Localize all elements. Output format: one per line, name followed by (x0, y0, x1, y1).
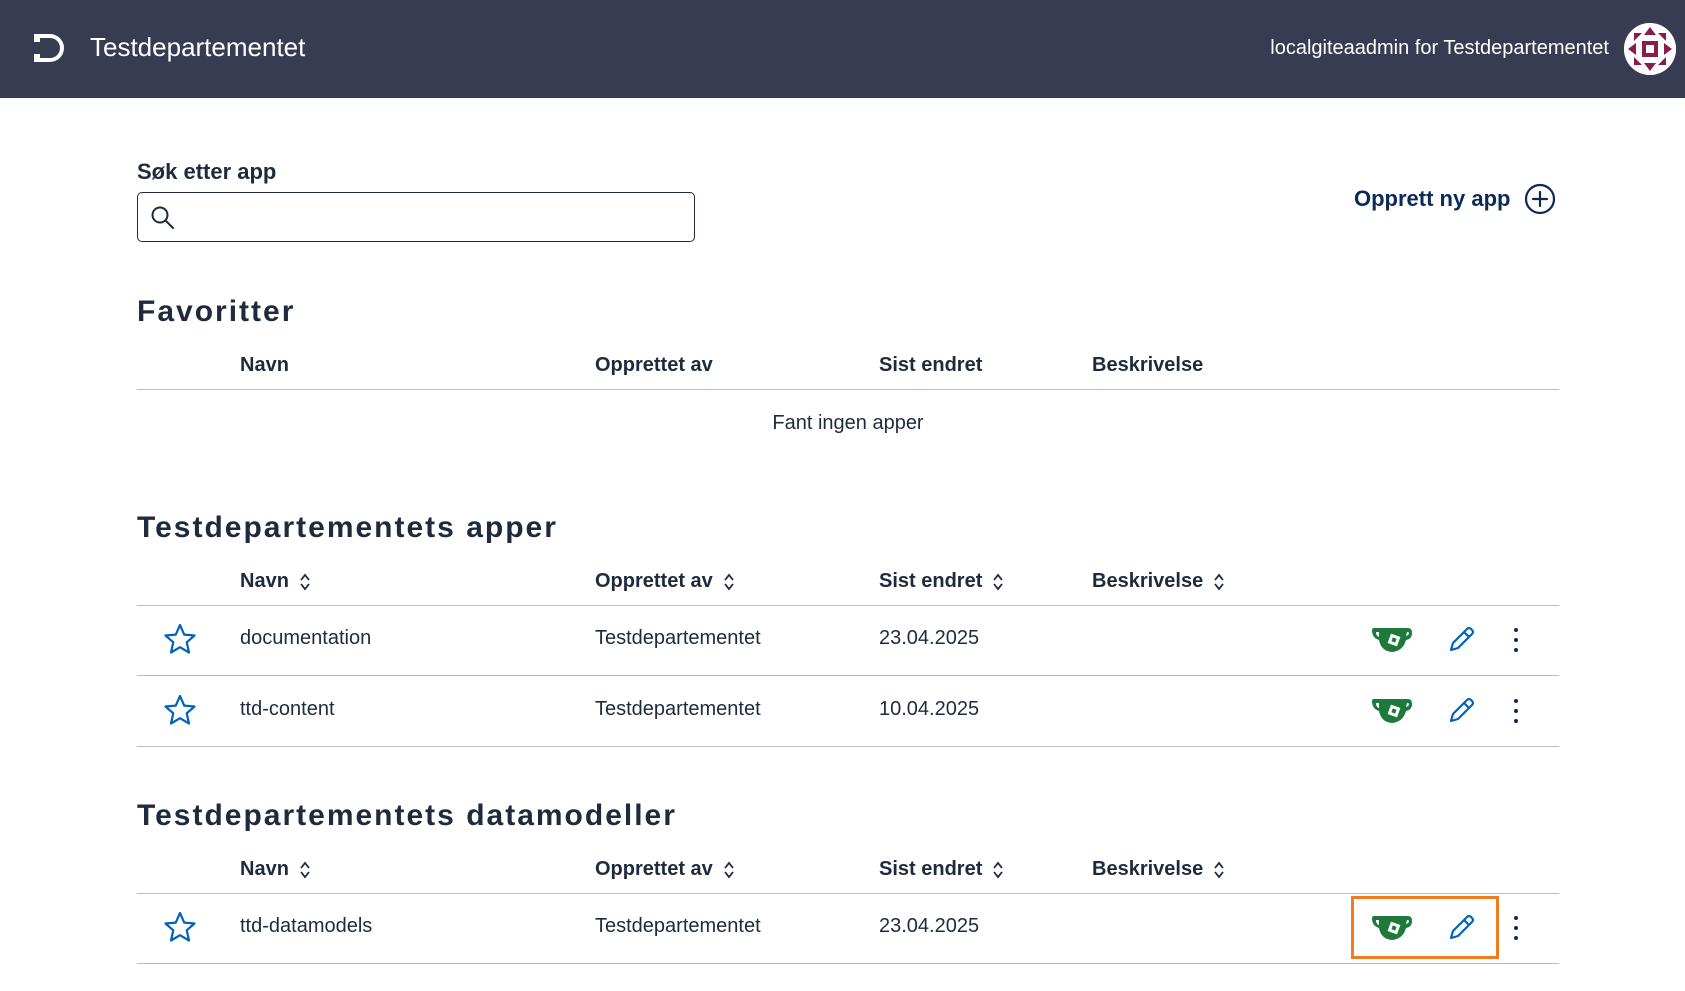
pencil-icon[interactable] (1445, 624, 1477, 656)
app-name[interactable]: documentation (240, 627, 371, 650)
column-description: Beskrivelse (1092, 354, 1204, 376)
column-created-by: Opprettet av (595, 354, 713, 376)
gitea-icon[interactable] (1370, 696, 1414, 726)
column-created-by-label: Opprettet av (595, 858, 713, 880)
apps-table-header: Navn Opprettet av Sist endret Beskrivels… (137, 560, 1559, 606)
favorites-empty-text: Fant ingen apper (772, 412, 924, 434)
datamodel-last-changed: 23.04.2025 (879, 915, 980, 937)
sort-icon (724, 573, 734, 590)
kebab-menu-icon[interactable] (1507, 695, 1525, 727)
sort-icon (300, 861, 310, 878)
app-name[interactable]: ttd-content (240, 698, 335, 721)
column-created-by-label: Opprettet av (595, 570, 713, 592)
sort-column-created-by[interactable]: Opprettet av (595, 858, 735, 881)
app-created-by: Testdepartementet (595, 698, 761, 720)
search-icon (151, 206, 174, 229)
star-icon[interactable] (163, 910, 197, 944)
column-last-changed-label: Sist endret (879, 570, 983, 592)
sort-column-last-changed[interactable]: Sist endret (879, 858, 1004, 881)
star-icon[interactable] (163, 622, 197, 656)
datamodel-created-by: Testdepartementet (595, 915, 761, 937)
create-app-label: Opprett ny app (1354, 186, 1511, 211)
sort-icon (993, 573, 1004, 590)
sort-column-last-changed[interactable]: Sist endret (879, 570, 1004, 593)
app-created-by: Testdepartementet (595, 627, 761, 649)
search-box[interactable] (137, 192, 695, 242)
table-row: ttd-datamodels Testdepartementet 23.04.2… (137, 893, 1559, 964)
sort-column-description[interactable]: Beskrivelse (1092, 858, 1225, 881)
datamodel-name[interactable]: ttd-datamodels (240, 915, 372, 938)
column-description-label: Beskrivelse (1092, 858, 1204, 880)
gitea-icon[interactable] (1370, 625, 1414, 655)
pencil-icon[interactable] (1445, 695, 1477, 727)
search-label: Søk etter app (137, 159, 277, 184)
column-last-changed-label: Sist endret (879, 858, 983, 880)
sort-icon (1214, 861, 1224, 878)
column-name-label: Navn (240, 570, 289, 592)
star-icon[interactable] (163, 693, 197, 727)
kebab-menu-icon[interactable] (1507, 624, 1525, 656)
favorites-title: Favoritter (137, 295, 296, 328)
sort-column-created-by[interactable]: Opprettet av (595, 570, 735, 593)
column-description-label: Beskrivelse (1092, 570, 1204, 592)
create-app-button[interactable]: Opprett ny app (1354, 183, 1556, 215)
app-last-changed: 10.04.2025 (879, 698, 980, 720)
table-row: documentation Testdepartementet 23.04.20… (137, 605, 1559, 676)
sort-icon (724, 861, 734, 878)
org-title: Testdepartementet (90, 32, 306, 62)
plus-circle-icon (1525, 183, 1556, 215)
column-name-label: Navn (240, 858, 289, 880)
sort-icon (1214, 573, 1224, 590)
favorites-table-header: Navn Opprettet av Sist endret Beskrivels… (137, 344, 1559, 390)
table-row: ttd-content Testdepartementet 10.04.2025 (137, 676, 1559, 747)
apps-title: Testdepartementets apper (137, 511, 558, 544)
altinn-studio-logo[interactable] (30, 30, 68, 66)
sort-icon (993, 861, 1004, 878)
sort-column-name[interactable]: Navn (240, 570, 311, 593)
datamodels-title: Testdepartementets datamodeller (137, 799, 677, 832)
column-name: Navn (240, 354, 289, 376)
sort-icon (300, 573, 310, 590)
column-last-changed: Sist endret (879, 354, 983, 376)
kebab-menu-icon[interactable] (1507, 912, 1525, 944)
gitea-icon[interactable] (1370, 913, 1414, 943)
pencil-icon[interactable] (1445, 912, 1477, 944)
sort-column-description[interactable]: Beskrivelse (1092, 570, 1225, 593)
avatar-pattern-icon (1624, 23, 1676, 75)
app-last-changed: 23.04.2025 (879, 627, 980, 649)
user-label[interactable]: localgiteaadmin for Testdepartementet (1270, 37, 1609, 60)
app-header: Testdepartementet localgiteaadmin for Te… (0, 0, 1685, 98)
search-input[interactable] (184, 197, 684, 237)
datamodels-table-header: Navn Opprettet av Sist endret Beskrivels… (137, 848, 1559, 894)
org-avatar[interactable] (1624, 23, 1676, 75)
sort-column-name[interactable]: Navn (240, 858, 311, 881)
